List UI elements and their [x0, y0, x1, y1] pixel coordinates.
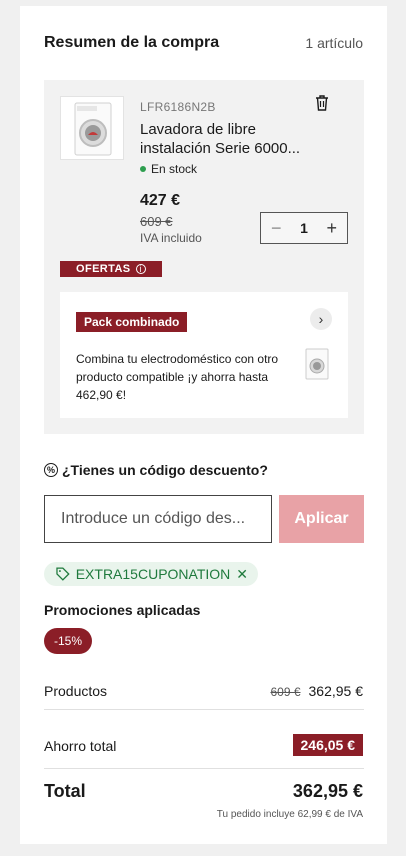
- products-label: Productos: [44, 683, 108, 699]
- offers-tag[interactable]: OFERTAS i: [60, 261, 162, 277]
- tax-note: Tu pedido incluye 62,99 € de IVA: [216, 809, 363, 820]
- info-icon[interactable]: i: [135, 264, 146, 274]
- increase-button[interactable]: +: [326, 219, 337, 237]
- cart-item: LFR6186N2B Lavadora de libre instalación…: [44, 80, 364, 434]
- order-summary-card: Resumen de la compra 1 artículo LFR6186N…: [20, 6, 387, 844]
- products-value-group: 609 € 362,95 €: [270, 683, 363, 699]
- product-image[interactable]: [60, 96, 124, 160]
- trash-icon[interactable]: [314, 94, 332, 112]
- quantity-stepper: − 1 +: [260, 212, 348, 244]
- offers-label: OFERTAS: [76, 263, 131, 275]
- decrease-button[interactable]: −: [271, 219, 282, 237]
- stock-dot-icon: [140, 166, 146, 172]
- applied-coupon-chip: EXTRA15CUPONATION ✕: [44, 562, 258, 586]
- vat-note: IVA incluido: [140, 231, 202, 245]
- discount-code-input[interactable]: [44, 495, 272, 543]
- remove-coupon-icon[interactable]: ✕: [236, 566, 248, 583]
- summary-title: Resumen de la compra: [44, 34, 220, 51]
- pack-banner[interactable]: Pack combinado › Combina tu electrodomés…: [60, 292, 348, 418]
- coupon-code: EXTRA15CUPONATION: [75, 566, 231, 582]
- quantity-value[interactable]: 1: [300, 220, 308, 236]
- chevron-right-icon[interactable]: ›: [310, 308, 332, 330]
- product-price: 427 €: [140, 192, 181, 209]
- divider: [44, 709, 364, 710]
- products-value: 362,95 €: [308, 683, 364, 699]
- savings-label: Ahorro total: [44, 738, 117, 754]
- percent-icon: %: [44, 463, 58, 477]
- pack-product-image: [304, 348, 330, 380]
- discount-heading: % ¿Tienes un código descuento?: [44, 462, 268, 478]
- promotions-title: Promociones aplicadas: [44, 602, 201, 618]
- apply-button[interactable]: Aplicar: [279, 495, 364, 543]
- promotion-badge: -15%: [44, 628, 92, 654]
- product-sku: LFR6186N2B: [140, 100, 216, 114]
- stock-label: En stock: [151, 162, 198, 176]
- total-value: 362,95 €: [292, 781, 363, 801]
- pack-description: Combina tu electrodoméstico con otro pro…: [76, 352, 279, 402]
- item-count: 1 artículo: [305, 35, 363, 51]
- pack-badge: Pack combinado: [76, 312, 188, 332]
- total-label: Total: [44, 781, 86, 801]
- products-old-value: 609 €: [270, 685, 301, 699]
- product-title[interactable]: Lavadora de libre instalación Serie 6000…: [140, 120, 310, 158]
- discount-question: ¿Tienes un código descuento?: [62, 462, 268, 478]
- product-old-price: 609 €: [140, 214, 173, 229]
- divider: [44, 768, 364, 769]
- tag-icon: [56, 567, 70, 581]
- stock-status: En stock: [140, 162, 197, 176]
- savings-badge: 246,05 €: [292, 734, 363, 756]
